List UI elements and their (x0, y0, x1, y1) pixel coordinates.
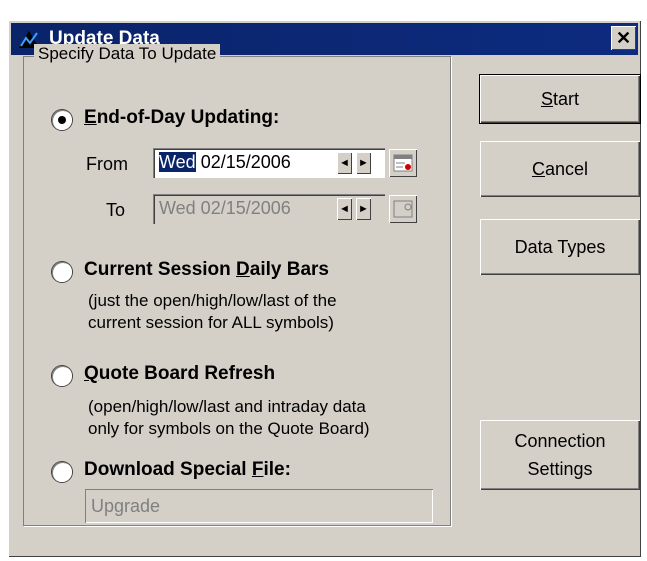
to-label: To (106, 200, 126, 220)
spin-left-icon[interactable]: ◄ (337, 152, 352, 174)
option-end-of-day-label[interactable]: End-of-Day Updating: (84, 107, 279, 129)
to-calendar-button (389, 195, 417, 223)
connection-settings-button[interactable]: Connection Settings (480, 420, 640, 490)
from-date-value: 02/15/2006 (195, 152, 291, 172)
start-button[interactable]: Start (479, 74, 641, 124)
radio-selected-dot (58, 116, 66, 124)
from-day-selected: Wed (159, 152, 196, 172)
to-date-picker: Wed 02/15/2006 ◄ ► (153, 194, 385, 224)
option-download-special-label[interactable]: Download Special File: (84, 459, 291, 481)
special-file-input: Upgrade (85, 489, 433, 523)
option-quote-board-label[interactable]: Quote Board Refresh (84, 363, 275, 385)
to-date-value: Wed 02/15/2006 (159, 198, 291, 218)
from-date-picker[interactable]: Wed 02/15/2006 ◄ ► (153, 148, 385, 178)
radio-end-of-day[interactable] (52, 110, 72, 130)
calendar-icon (393, 154, 413, 172)
from-label: From (86, 154, 128, 174)
quote-board-desc-2: only for symbols on the Quote Board) (88, 419, 370, 438)
from-calendar-button[interactable] (389, 149, 417, 177)
cancel-button[interactable]: Cancel (480, 141, 640, 197)
close-icon: ✕ (615, 28, 632, 48)
current-session-desc-2: current session for ALL symbols) (88, 313, 334, 332)
data-types-button[interactable]: Data Types (480, 219, 640, 275)
spin-right-icon: ► (356, 198, 371, 220)
quote-board-desc-1: (open/high/low/last and intraday data (88, 397, 366, 416)
spin-left-icon: ◄ (337, 198, 352, 220)
radio-quote-board[interactable] (52, 366, 72, 386)
calendar-icon (393, 200, 413, 218)
option-current-session-label[interactable]: Current Session Daily Bars (84, 259, 329, 281)
radio-download-special[interactable] (52, 462, 72, 482)
special-file-value: Upgrade (91, 496, 161, 516)
close-button[interactable]: ✕ (611, 26, 636, 50)
group-title: Specify Data To Update (34, 44, 221, 64)
current-session-desc-1: (just the open/high/low/last of the (88, 291, 337, 310)
radio-current-session[interactable] (52, 262, 72, 282)
spin-right-icon[interactable]: ► (356, 152, 371, 174)
